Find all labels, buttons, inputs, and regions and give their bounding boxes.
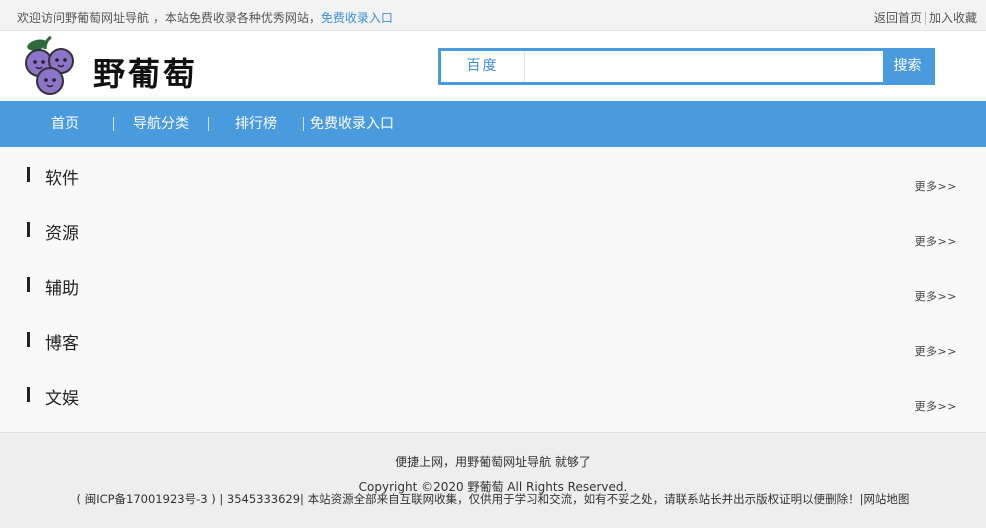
add-favorite-link[interactable]: 加入收藏 [929, 11, 977, 25]
category-section-assist: 辅助 更多>> [0, 257, 986, 312]
footer-slogan: 便捷上网，用野葡萄网址导航 就够了 [395, 455, 591, 469]
welcome-message: 欢迎访问野葡萄网址导航 ，本站免费收录各种优秀网站，免费收录入口 [17, 9, 393, 26]
logo-text: 野葡萄 [93, 55, 199, 93]
category-section-resources: 资源 更多>> [0, 202, 986, 257]
search-box: 百度 搜索 [438, 48, 935, 85]
more-link[interactable]: 更多>> [915, 398, 957, 414]
more-link[interactable]: 更多>> [915, 288, 957, 304]
search-button[interactable]: 搜索 [883, 51, 932, 82]
divider [924, 12, 926, 25]
top-bar: 欢迎访问野葡萄网址导航 ，本站免费收录各种优秀网站，免费收录入口 返回首页 加入收… [0, 0, 986, 31]
more-link[interactable]: 更多>> [915, 343, 957, 359]
section-marker [27, 332, 30, 347]
free-submit-link[interactable]: 免费收录入口 [321, 11, 393, 25]
section-marker [27, 222, 30, 237]
section-marker [27, 387, 30, 402]
nav-divider [113, 117, 114, 131]
more-link[interactable]: 更多>> [915, 178, 957, 194]
search-engine-selector[interactable]: 百度 [441, 51, 525, 82]
footer-icp: ( 闽ICP备17001923号-3 ) | 3545333629| 本站资源全… [0, 491, 986, 507]
category-title: 辅助 [45, 279, 79, 299]
header: 野葡萄 百度 搜索 [0, 31, 986, 101]
category-title: 资源 [45, 224, 79, 244]
nav-divider [208, 117, 209, 131]
section-marker [27, 167, 30, 182]
nav-item-categories[interactable]: 导航分类 [133, 101, 189, 147]
main-nav: 首页 导航分类 排行榜 免费收录入口 [0, 101, 986, 147]
category-section-entertainment: 文娱 更多>> [0, 367, 986, 422]
top-links: 返回首页 加入收藏 [874, 9, 977, 26]
footer: 便捷上网，用野葡萄网址导航 就够了 Copyright ©2020 野葡萄 Al… [0, 432, 986, 528]
nav-item-home[interactable]: 首页 [51, 101, 79, 147]
welcome-text: 欢迎访问野葡萄网址导航 ，本站免费收录各种优秀网站， [17, 11, 321, 25]
back-home-link[interactable]: 返回首页 [874, 11, 922, 25]
nav-item-free-submit[interactable]: 免费收录入口 [310, 101, 394, 147]
category-title: 文娱 [45, 389, 79, 409]
site-logo[interactable]: 野葡萄 [15, 35, 235, 99]
grape-logo-icon [25, 35, 74, 95]
section-marker [27, 277, 30, 292]
icp-text: ( 闽ICP备17001923号-3 ) | 3545333629| 本站资源全… [76, 492, 864, 506]
search-input[interactable] [529, 54, 879, 79]
more-link[interactable]: 更多>> [915, 233, 957, 249]
category-title: 软件 [45, 169, 79, 189]
nav-divider [303, 117, 304, 131]
sitemap-link[interactable]: 网站地图 [863, 492, 909, 506]
nav-item-ranking[interactable]: 排行榜 [235, 101, 277, 147]
category-title: 博客 [45, 334, 79, 354]
category-section-blog: 博客 更多>> [0, 312, 986, 367]
category-section-software: 软件 更多>> [0, 147, 986, 202]
